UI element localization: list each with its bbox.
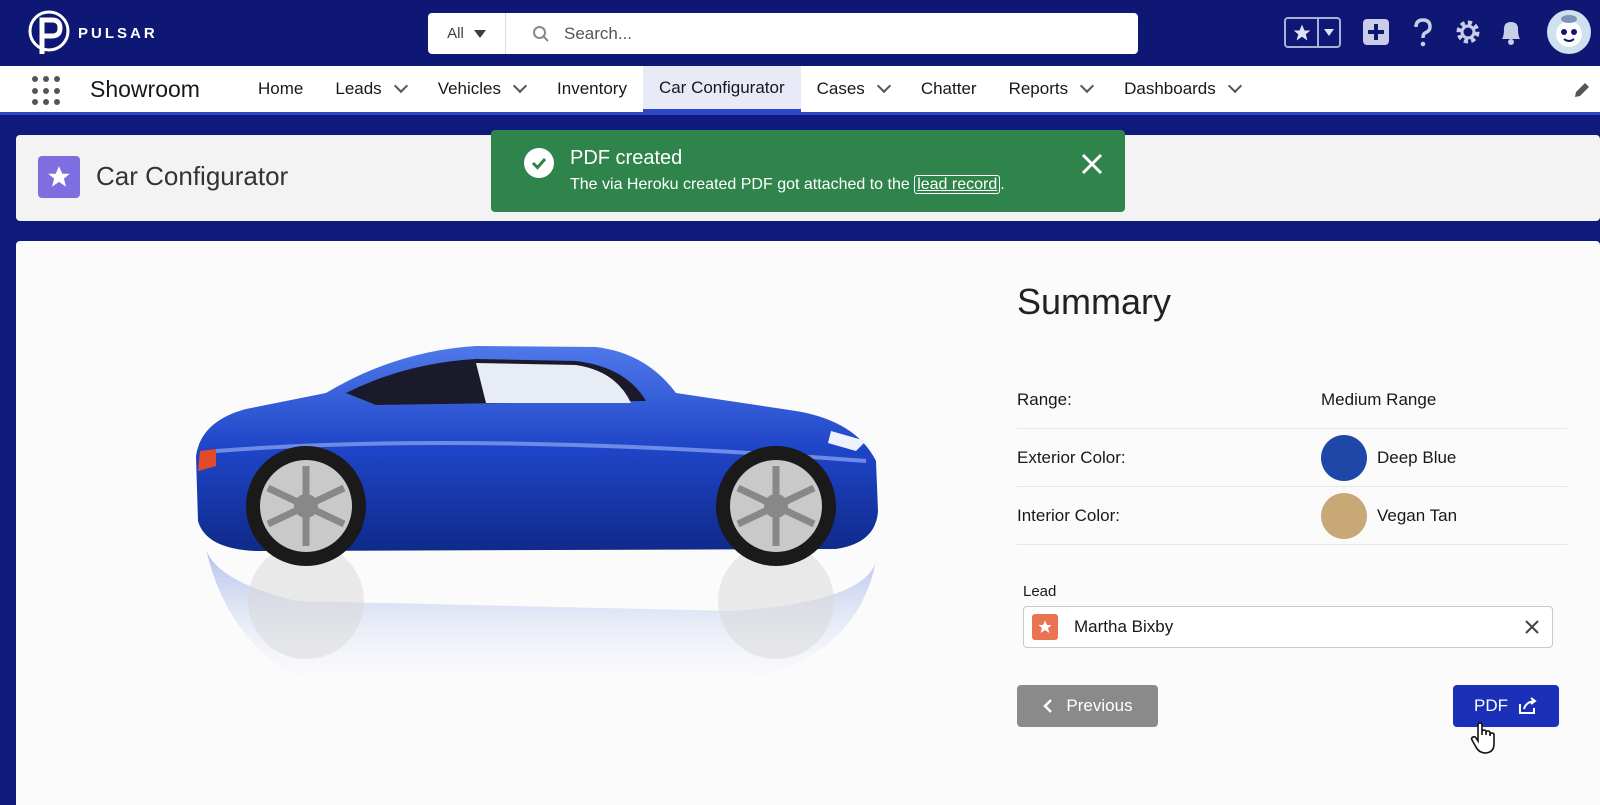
nav-item-home[interactable]: Home — [242, 66, 319, 112]
exterior-color-swatch — [1321, 434, 1367, 481]
chevron-down-icon[interactable] — [876, 78, 891, 94]
avatar[interactable] — [1546, 9, 1592, 55]
toast-message-text: The via Heroku created PDF got attached … — [570, 176, 915, 193]
setup-gear-icon[interactable] — [1454, 18, 1482, 46]
favorites-list-button[interactable] — [1317, 19, 1339, 46]
range-label: Range: — [1017, 389, 1072, 409]
previous-button-label: Previous — [1066, 696, 1133, 715]
pdf-button[interactable]: PDF — [1453, 685, 1559, 727]
caret-down-icon — [473, 29, 486, 38]
success-check-icon — [524, 148, 554, 178]
summary-title: Summary — [1017, 281, 1172, 322]
nav-item-label: Home — [258, 79, 304, 98]
favorites-group — [1284, 17, 1341, 48]
brand-name: PULSAR — [78, 24, 158, 42]
chevron-down-icon[interactable] — [1080, 78, 1095, 94]
search-icon — [533, 25, 549, 42]
favorites-button[interactable] — [1286, 19, 1317, 46]
nav-item-label: Vehicles — [437, 79, 502, 98]
search-input[interactable] — [564, 23, 1064, 44]
notifications-bell-icon[interactable] — [1498, 18, 1524, 46]
chevron-down-icon[interactable] — [1227, 78, 1242, 94]
summary-row-range: Range: Medium Range — [1017, 371, 1567, 429]
app-launcher-icon[interactable] — [32, 76, 62, 106]
nav-item-dashboards[interactable]: Dashboards — [1108, 66, 1256, 112]
interior-color-name: Vegan Tan — [1377, 505, 1458, 525]
pdf-button-label: PDF — [1474, 696, 1508, 715]
global-search: All — [428, 13, 1138, 54]
chevron-down-icon[interactable] — [393, 78, 408, 94]
search-scope-dropdown[interactable]: All — [428, 13, 506, 54]
pulsar-logo[interactable]: PULSAR — [28, 10, 158, 56]
toast-title: PDF created — [570, 147, 683, 169]
nav-item-vehicles[interactable]: Vehicles — [422, 66, 541, 112]
page-star-icon — [38, 156, 80, 198]
previous-button[interactable]: Previous — [1017, 685, 1158, 727]
nav-item-cases[interactable]: Cases — [801, 66, 905, 112]
nav-item-car-configurator[interactable]: Car Configurator — [642, 66, 801, 112]
interior-color-label: Interior Color: — [1017, 505, 1120, 525]
nav-item-inventory[interactable]: Inventory — [541, 66, 643, 112]
edit-nav-pencil-icon[interactable] — [1572, 80, 1592, 100]
hand-cursor-icon — [1470, 722, 1495, 754]
app-name: Showroom — [90, 76, 200, 102]
nav-item-chatter[interactable]: Chatter — [905, 66, 993, 112]
nav-item-label: Chatter — [920, 79, 977, 98]
page-title: Car Configurator — [96, 161, 289, 191]
nav-items: Home Leads Vehicles Inventory Car Config… — [242, 66, 1256, 112]
exterior-color-label: Exterior Color: — [1017, 447, 1126, 467]
lead-name: Martha Bixby — [1074, 617, 1174, 636]
exterior-color-name: Deep Blue — [1377, 447, 1457, 467]
global-add-icon[interactable] — [1362, 18, 1390, 46]
nav-item-leads[interactable]: Leads — [319, 66, 421, 112]
nav-item-label: Inventory — [557, 79, 627, 98]
share-export-icon — [1519, 697, 1537, 714]
toast-message: The via Heroku created PDF got attached … — [570, 175, 1005, 194]
range-value: Medium Range — [1321, 389, 1437, 409]
interior-color-value: Vegan Tan — [1321, 492, 1458, 539]
success-toast: PDF created The via Heroku created PDF g… — [491, 130, 1125, 212]
pulsar-logo-icon — [28, 10, 70, 54]
nav-item-label: Reports — [1008, 79, 1069, 98]
search-scope-label: All — [447, 25, 464, 42]
exterior-color-value: Deep Blue — [1321, 434, 1457, 481]
help-icon[interactable] — [1412, 18, 1434, 48]
caret-down-icon — [1324, 28, 1334, 36]
close-icon[interactable] — [1080, 152, 1104, 176]
search-field — [506, 13, 1138, 54]
nav-item-label: Dashboards — [1124, 79, 1216, 98]
nav-item-label: Leads — [335, 79, 382, 98]
summary-row-interior: Interior Color: Vegan Tan — [1017, 487, 1567, 545]
star-icon — [1293, 24, 1310, 40]
summary-row-exterior: Exterior Color: Deep Blue — [1017, 429, 1567, 487]
global-header: PULSAR All — [0, 0, 1600, 66]
lead-icon — [1032, 614, 1058, 640]
toast-message-end: . — [1000, 176, 1005, 193]
chevron-left-icon — [1043, 699, 1053, 713]
nav-item-label: Cases — [816, 79, 865, 98]
lead-label: Lead — [1023, 583, 1057, 600]
clear-lead-icon[interactable] — [1524, 619, 1540, 635]
configurator-card: Summary Range: Medium Range Exterior Col… — [16, 241, 1600, 805]
nav-item-label: Car Configurator — [658, 77, 785, 97]
chevron-down-icon[interactable] — [512, 78, 528, 94]
app-navigation: Showroom Home Leads Vehicles Inventory C… — [0, 66, 1600, 115]
lead-lookup-field[interactable]: Martha Bixby — [1023, 606, 1553, 648]
car-image — [196, 346, 878, 701]
lead-record-link[interactable]: lead record — [914, 175, 1001, 194]
summary-panel: Summary Range: Medium Range Exterior Col… — [1017, 281, 1567, 648]
interior-color-swatch — [1321, 492, 1367, 539]
nav-item-reports[interactable]: Reports — [993, 66, 1109, 112]
